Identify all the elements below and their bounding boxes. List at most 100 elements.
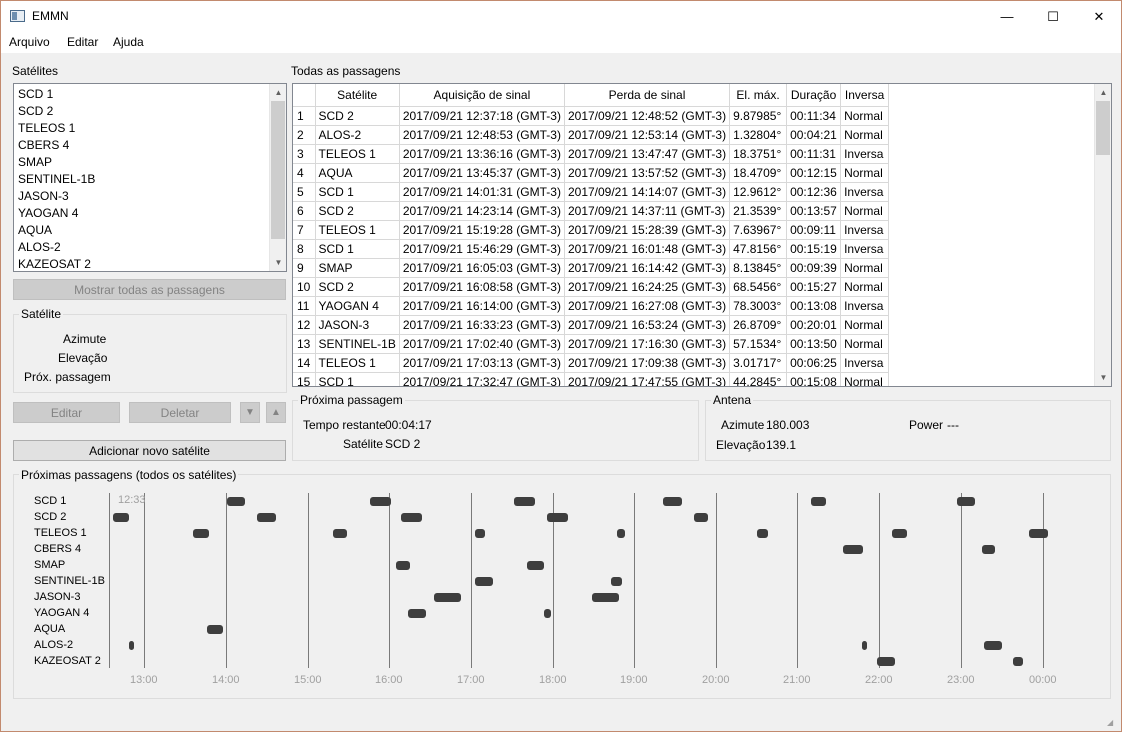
table-cell: 00:09:11 [786, 220, 842, 240]
timeline-pass-bar[interactable] [1029, 529, 1049, 538]
satellite-list-item[interactable]: SCD 1 [18, 87, 53, 101]
timeline-pass-bar[interactable] [662, 497, 683, 506]
timeline-pass-bar[interactable] [408, 609, 426, 618]
table-cell: SCD 1 [315, 182, 400, 202]
timeline-pass-bar[interactable] [544, 609, 552, 618]
timeline-pass-bar[interactable] [112, 513, 129, 522]
menu-arquivo[interactable]: Arquivo [9, 35, 50, 49]
satellite-list-item[interactable]: SENTINEL-1B [18, 172, 95, 186]
scroll-thumb[interactable] [1096, 101, 1110, 155]
timeline-pass-bar[interactable] [514, 497, 535, 506]
column-header-aos[interactable]: Aquisição de sinal [399, 84, 565, 107]
timeline-pass-bar[interactable] [370, 497, 391, 506]
timeline-satellite-label: KAZEOSAT 2 [34, 655, 101, 667]
timeline-pass-bar[interactable] [842, 545, 864, 554]
timeline-pass-bar[interactable] [526, 561, 545, 570]
menu-ajuda[interactable]: Ajuda [113, 35, 144, 49]
satellite-list-item[interactable]: JASON-3 [18, 189, 69, 203]
satellite-list-item[interactable]: SMAP [18, 155, 52, 169]
passes-table-scrollbar[interactable]: ▲ ▼ [1094, 84, 1111, 386]
timeline-pass-bar[interactable] [474, 577, 493, 586]
table-cell: 21.3539° [729, 201, 788, 221]
column-header-max-elevation[interactable]: El. máx. [729, 84, 788, 107]
satellite-list-item[interactable]: AQUA [18, 223, 52, 237]
table-row[interactable]: 4 AQUA 2017/09/21 13:45:37 (GMT-3) 2017/09/… [293, 163, 890, 183]
table-row[interactable]: 1 SCD 2 2017/09/21 12:37:18 (GMT-3) 2017/09… [293, 106, 890, 126]
table-row[interactable]: 12 JASON-3 2017/09/21 16:33:23 (GMT-3) 2017… [293, 315, 890, 335]
timeline-pass-bar[interactable] [984, 641, 1003, 650]
timeline-pass-bar[interactable] [474, 529, 485, 538]
satellite-list[interactable]: SCD 1 SCD 2 TELEOS 1 CBERS 4 SMAP SENTIN… [13, 83, 287, 272]
menu-editar[interactable]: Editar [67, 35, 98, 49]
timeline-pass-bar[interactable] [891, 529, 907, 538]
table-row[interactable]: 11 YAOGAN 4 2017/09/21 16:14:00 (GMT-3) 201… [293, 296, 890, 316]
timeline-pass-bar[interactable] [957, 497, 975, 506]
timeline-pass-bar[interactable] [981, 545, 996, 554]
satellite-list-item[interactable]: CBERS 4 [18, 138, 69, 152]
timeline-pass-bar[interactable] [193, 529, 210, 538]
scroll-thumb[interactable] [271, 101, 285, 239]
table-cell: 2017/09/21 12:48:53 (GMT-3) [399, 125, 565, 145]
table-cell: Inversa [840, 353, 890, 373]
timeline-pass-bar[interactable] [333, 529, 347, 538]
show-all-passes-button[interactable]: Mostrar todas as passagens [13, 279, 286, 300]
next-satellite-value: SCD 2 [385, 437, 421, 451]
table-row[interactable]: 2 ALOS-2 2017/09/21 12:48:53 (GMT-3) 2017/0… [293, 125, 890, 145]
timeline-pass-bar[interactable] [616, 529, 625, 538]
timeline-pass-bar[interactable] [206, 625, 223, 634]
timeline-pass-bar[interactable] [434, 593, 462, 602]
table-row[interactable]: 6 SCD 2 2017/09/21 14:23:14 (GMT-3) 2017/09… [293, 201, 890, 221]
close-button[interactable]: ✕ [1076, 1, 1122, 32]
timeline-pass-bar[interactable] [756, 529, 768, 538]
column-header-duration[interactable]: Duração [786, 84, 842, 107]
add-satellite-button[interactable]: Adicionar novo satélite [13, 440, 286, 461]
timeline-pass-bar[interactable] [861, 641, 867, 650]
timeline-pass-bar[interactable] [257, 513, 277, 522]
timeline-pass-bar[interactable] [611, 577, 623, 586]
timeline-pass-bar[interactable] [395, 561, 410, 570]
satellite-list-scrollbar[interactable]: ▲ ▼ [269, 84, 286, 271]
timeline-pass-bar[interactable] [876, 657, 895, 666]
table-row[interactable]: 8 SCD 1 2017/09/21 15:46:29 (GMT-3) 2017/09… [293, 239, 890, 259]
table-cell: 00:12:15 [786, 163, 842, 183]
table-row[interactable]: 5 SCD 1 2017/09/21 14:01:31 (GMT-3) 2017/09… [293, 182, 890, 202]
column-header-satellite[interactable]: Satélite [315, 84, 400, 107]
satellite-list-item[interactable]: SCD 2 [18, 104, 53, 118]
timeline-pass-bar[interactable] [1013, 657, 1023, 666]
timeline-pass-bar[interactable] [694, 513, 708, 522]
table-row[interactable]: 9 SMAP 2017/09/21 16:05:03 (GMT-3) 2017/09/… [293, 258, 890, 278]
table-row[interactable]: 7 TELEOS 1 2017/09/21 15:19:28 (GMT-3) 2017… [293, 220, 890, 240]
move-up-button[interactable]: ▲ [266, 402, 286, 423]
timeline-title: Próximas passagens (todos os satélites) [19, 468, 239, 482]
column-header-inverse[interactable]: Inversa [840, 84, 890, 107]
table-row[interactable]: 14 TELEOS 1 2017/09/21 17:03:13 (GMT-3) 201… [293, 353, 890, 373]
minimize-button[interactable]: — [984, 1, 1030, 32]
satellite-list-item[interactable]: TELEOS 1 [18, 121, 75, 135]
timeline-pass-bar[interactable] [129, 641, 135, 650]
move-down-button[interactable]: ▼ [240, 402, 260, 423]
delete-button[interactable]: Deletar [129, 402, 231, 423]
scroll-up-arrow-icon[interactable]: ▲ [1095, 84, 1111, 101]
maximize-button[interactable]: ☐ [1030, 1, 1076, 32]
timeline-pass-bar[interactable] [401, 513, 422, 522]
edit-button[interactable]: Editar [13, 402, 120, 423]
row-number: 5 [293, 182, 316, 202]
satellite-list-item[interactable]: KAZEOSAT 2 [18, 257, 91, 271]
row-number: 15 [293, 372, 316, 386]
scroll-down-arrow-icon[interactable]: ▼ [1095, 369, 1111, 386]
timeline-pass-bar[interactable] [227, 497, 245, 506]
satellite-list-item[interactable]: ALOS-2 [18, 240, 61, 254]
table-row[interactable]: 15 SCD 1 2017/09/21 17:32:47 (GMT-3) 2017/0… [293, 372, 890, 386]
table-row[interactable]: 10 SCD 2 2017/09/21 16:08:58 (GMT-3) 2017/0… [293, 277, 890, 297]
scroll-up-arrow-icon[interactable]: ▲ [270, 84, 286, 101]
satellite-list-item[interactable]: YAOGAN 4 [18, 206, 78, 220]
table-cell: Inversa [840, 239, 890, 259]
table-row[interactable]: 3 TELEOS 1 2017/09/21 13:36:16 (GMT-3) 2017… [293, 144, 890, 164]
table-row[interactable]: 13 SENTINEL-1B 2017/09/21 17:02:40 (GMT-3)… [293, 334, 890, 354]
resize-grip-icon[interactable]: ◢ [1107, 718, 1117, 728]
timeline-pass-bar[interactable] [811, 497, 827, 506]
timeline-pass-bar[interactable] [592, 593, 620, 602]
timeline-pass-bar[interactable] [547, 513, 568, 522]
scroll-down-arrow-icon[interactable]: ▼ [270, 254, 286, 271]
column-header-los[interactable]: Perda de sinal [564, 84, 731, 107]
